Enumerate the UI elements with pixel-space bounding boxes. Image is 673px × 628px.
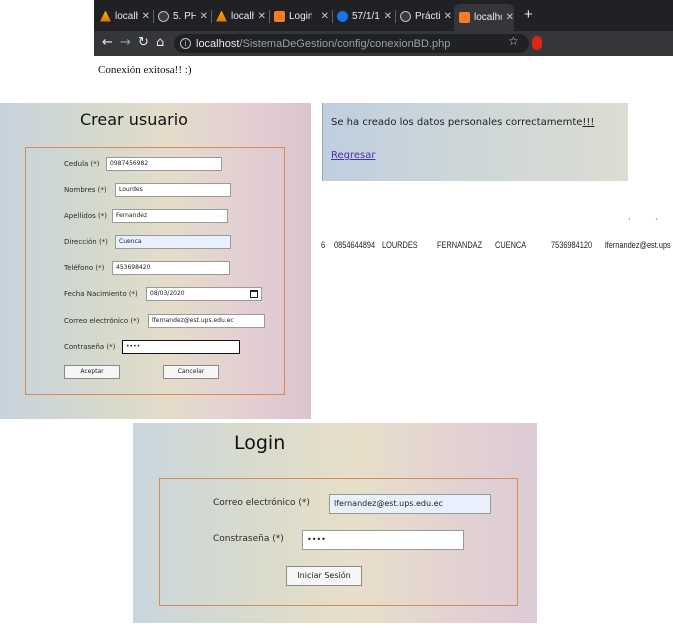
tab-login[interactable]: Login ✕ [274, 5, 329, 27]
tab-localhost-1[interactable]: localhos ✕ [100, 5, 150, 27]
telefono-label: Teléfono (*) [64, 264, 105, 272]
cell-direccion: CUENCA [495, 240, 527, 250]
home-icon[interactable]: ⌂ [156, 35, 164, 50]
address-bar[interactable]: i localhost/SistemaDeGestion/config/cone… [174, 34, 529, 53]
opera-icon[interactable] [532, 36, 542, 50]
xampp-logo-icon [459, 12, 470, 23]
xampp-icon [100, 10, 111, 22]
tab-practica[interactable]: Práctic ✕ [400, 5, 452, 27]
tab-label: localhos [115, 10, 138, 22]
tab-label: Login [289, 10, 312, 22]
password-label: Constraseña (*) [213, 534, 284, 544]
contrasena-label: Contraseña (*) [64, 343, 116, 351]
close-icon[interactable]: ✕ [444, 11, 452, 22]
aceptar-button[interactable]: Aceptar [64, 365, 120, 379]
ups-icon [337, 10, 348, 22]
header-fragment: · [655, 218, 658, 225]
cell-telefono: 7536984120 [551, 240, 593, 250]
calendar-icon[interactable] [250, 290, 258, 298]
cedula-field[interactable]: 0987456982 [106, 157, 222, 171]
tab-label: 57/1/1: [352, 10, 380, 22]
tab-separator [211, 10, 212, 23]
back-arrow-icon[interactable]: ← [102, 35, 113, 50]
close-icon[interactable]: ✕ [200, 11, 208, 22]
success-suffix: !!! [582, 117, 595, 128]
apellidos-label: Apellidos (*) [64, 212, 107, 220]
forward-arrow-icon[interactable]: → [120, 35, 131, 50]
xampp-icon [216, 10, 227, 22]
page-title: Crear usuario [80, 110, 188, 129]
browser-window: localhos ✕ 5. PHP: ✕ localhos ✕ Login ✕ … [94, 0, 673, 100]
close-icon[interactable]: ✕ [506, 12, 514, 23]
table-row: 6 0854644894 LOURDES FERNANDAZ CUENCA 75… [313, 240, 673, 254]
success-panel: Se ha creado los datos personales correc… [322, 103, 628, 181]
xampp-logo-icon [274, 10, 285, 22]
page-title: Login [234, 432, 286, 454]
tab-separator [395, 10, 396, 23]
cell-correo: lfernandez@est.ups [605, 240, 671, 250]
direccion-field[interactable]: Cuenca [115, 235, 231, 249]
browser-toolbar: ← → ↻ ⌂ i localhost/SistemaDeGestion/con… [94, 31, 673, 56]
info-icon[interactable]: i [180, 38, 191, 49]
nombres-field[interactable]: Lourdes [115, 183, 231, 197]
email-label: Correo electrónico (*) [213, 498, 310, 508]
close-icon[interactable]: ✕ [384, 11, 392, 22]
url-path: /SistemaDeGestion/config/conexionBD.php [239, 37, 451, 50]
cell-apellidos: FERNANDAZ [437, 240, 483, 250]
connection-message: Conexión exitosa!! :) [98, 64, 192, 76]
success-text: Se ha creado los datos personales correc… [331, 117, 583, 128]
cell-id: 6 [321, 240, 326, 250]
url-host: localhost [196, 37, 240, 50]
cancelar-button[interactable]: Cancelar [163, 365, 219, 379]
fecha-nacimiento-value: 08/03/2020 [150, 290, 185, 297]
table-header-cutoff: · · [313, 218, 673, 226]
tab-separator [332, 10, 333, 23]
correo-label: Correo electrónico (*) [64, 317, 140, 325]
new-tab-button[interactable]: + [524, 6, 533, 23]
regresar-link[interactable]: Regresar [331, 150, 376, 161]
email-field[interactable]: lfernandez@est.ups.edu.ec [329, 494, 491, 514]
cell-nombres: LOURDES [382, 240, 418, 250]
tab-label: Práctic [415, 10, 440, 22]
tab-php[interactable]: 5. PHP: ✕ [158, 5, 208, 27]
tab-separator [269, 10, 270, 23]
iniciar-sesion-button[interactable]: Iniciar Sesión [286, 566, 362, 586]
apellidos-field[interactable]: Fernandez [112, 209, 228, 223]
telefono-field[interactable]: 453698420 [112, 261, 230, 275]
tab-label: localhos [231, 10, 254, 22]
close-icon[interactable]: ✕ [321, 11, 329, 22]
fecha-nacimiento-label: Fecha Nacimiento (*) [64, 290, 138, 298]
tab-strip: localhos ✕ 5. PHP: ✕ localhos ✕ Login ✕ … [94, 0, 673, 31]
nombres-label: Nombres (*) [64, 186, 107, 194]
direccion-label: Dirección (*) [64, 238, 108, 246]
tab-localhost-2[interactable]: localhos ✕ [216, 5, 266, 27]
close-icon[interactable]: ✕ [258, 11, 266, 22]
contrasena-field[interactable]: •••• [122, 340, 240, 354]
bookmark-star-icon[interactable]: ☆ [508, 34, 519, 48]
fecha-nacimiento-field[interactable]: 08/03/2020 [146, 287, 262, 301]
globe-icon [400, 10, 411, 22]
tab-localhost-active[interactable]: localhos ✕ [454, 4, 514, 31]
success-message: Se ha creado los datos personales correc… [331, 117, 594, 128]
tab-label: localhos [474, 12, 502, 23]
tab-label: 5. PHP: [173, 10, 196, 22]
close-icon[interactable]: ✕ [142, 11, 150, 22]
password-field[interactable]: •••• [302, 530, 464, 550]
cedula-label: Cedula (*) [64, 160, 100, 168]
crear-usuario-panel: Crear usuario Cedula (*) 0987456982 Nomb… [0, 103, 311, 419]
header-fragment: · [628, 218, 631, 225]
tab-separator [153, 10, 154, 23]
cell-cedula: 0854644894 [334, 240, 376, 250]
globe-icon [158, 10, 169, 22]
reload-icon[interactable]: ↻ [138, 35, 149, 50]
login-panel: Login Correo electrónico (*) lfernandez@… [133, 423, 537, 623]
correo-field[interactable]: lfernandez@est.ups.edu.ec [148, 314, 265, 328]
tab-ups[interactable]: 57/1/1: ✕ [337, 5, 392, 27]
